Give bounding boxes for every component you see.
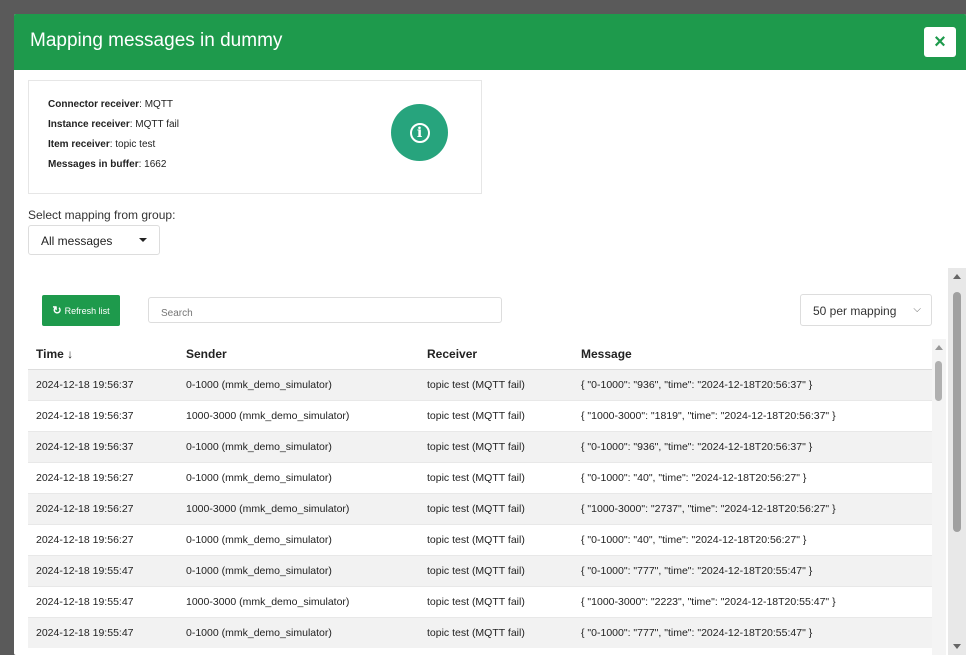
receiver-info-panel: Connector receiver: MQTT Instance receiv…: [28, 80, 482, 194]
cell-message: { "0-1000": "936", "time": "2024-12-18T2…: [573, 430, 932, 462]
cell-time: 2024-12-18 19:55:47: [28, 585, 178, 617]
table-row[interactable]: 2024-12-18 19:56:27 1000-3000 (mmk_demo_…: [28, 492, 932, 524]
cell-time: 2024-12-18 19:55:47: [28, 616, 178, 648]
cell-message: { "0-1000": "40", "time": "2024-12-18T20…: [573, 523, 932, 555]
mapping-group-selected: All messages: [41, 234, 113, 248]
info-glyph: i: [409, 122, 430, 143]
cell-receiver: topic test (MQTT fail): [419, 368, 573, 400]
messages-in-buffer-label: Messages in buffer: [48, 159, 139, 170]
instance-receiver-line: Instance receiver: MQTT fail: [48, 119, 179, 130]
scroll-up-arrow-icon[interactable]: [935, 345, 943, 350]
messages-in-buffer-line: Messages in buffer: 1662: [48, 159, 166, 170]
table-row[interactable]: 2024-12-18 19:56:37 0-1000 (mmk_demo_sim…: [28, 368, 932, 400]
cell-time: 2024-12-18 19:56:27: [28, 523, 178, 555]
mapping-messages-modal: Mapping messages in dummy × Connector re…: [14, 14, 966, 655]
item-receiver-value: : topic test: [109, 139, 156, 150]
cell-receiver: topic test (MQTT fail): [419, 554, 573, 586]
instance-receiver-label: Instance receiver: [48, 119, 130, 130]
table-row[interactable]: 2024-12-18 19:55:47 0-1000 (mmk_demo_sim…: [28, 616, 932, 648]
cell-receiver: topic test (MQTT fail): [419, 430, 573, 462]
cell-time: 2024-12-18 19:56:27: [28, 492, 178, 524]
connector-receiver-value: : MQTT: [139, 99, 174, 110]
cell-time: 2024-12-18 19:56:37: [28, 399, 178, 431]
table-scrollbar[interactable]: [932, 339, 946, 655]
column-header-time[interactable]: Time ↓: [28, 339, 178, 370]
messages-table: Time ↓ Sender Receiver Message 2024-12-1…: [28, 339, 932, 648]
modal-scrollbar[interactable]: [948, 268, 966, 655]
cell-receiver: topic test (MQTT fail): [419, 523, 573, 555]
cell-receiver: topic test (MQTT fail): [419, 492, 573, 524]
cell-time: 2024-12-18 19:56:37: [28, 368, 178, 400]
modal-title: Mapping messages in dummy: [30, 30, 283, 51]
cell-message: { "0-1000": "40", "time": "2024-12-18T20…: [573, 461, 932, 493]
scroll-down-arrow-icon[interactable]: [953, 644, 961, 649]
cell-sender: 0-1000 (mmk_demo_simulator): [178, 554, 419, 586]
table-row[interactable]: 2024-12-18 19:55:47 1000-3000 (mmk_demo_…: [28, 585, 932, 617]
refresh-list-button[interactable]: ↻ Refresh list: [42, 295, 120, 326]
refresh-list-label: Refresh list: [64, 305, 110, 316]
cell-message: { "0-1000": "936", "time": "2024-12-18T2…: [573, 368, 932, 400]
messages-table-container: Time ↓ Sender Receiver Message 2024-12-1…: [28, 339, 946, 655]
table-row[interactable]: 2024-12-18 19:56:37 0-1000 (mmk_demo_sim…: [28, 430, 932, 462]
caret-down-icon: [139, 238, 147, 242]
instance-receiver-value: : MQTT fail: [129, 119, 179, 130]
cell-message: { "0-1000": "777", "time": "2024-12-18T2…: [573, 616, 932, 648]
per-mapping-select[interactable]: 50 per mapping ⌵: [800, 294, 932, 326]
cell-message: { "1000-3000": "1819", "time": "2024-12-…: [573, 399, 932, 431]
search-input[interactable]: [148, 297, 502, 323]
chevron-down-icon: ⌵: [913, 304, 921, 315]
info-icon[interactable]: i: [391, 104, 448, 161]
cell-receiver: topic test (MQTT fail): [419, 616, 573, 648]
cell-time: 2024-12-18 19:55:47: [28, 554, 178, 586]
cell-receiver: topic test (MQTT fail): [419, 399, 573, 431]
modal-scrollbar-thumb[interactable]: [953, 292, 961, 532]
messages-in-buffer-value: : 1662: [138, 159, 167, 170]
cell-sender: 1000-3000 (mmk_demo_simulator): [178, 492, 419, 524]
cell-sender: 0-1000 (mmk_demo_simulator): [178, 368, 419, 400]
close-icon: ×: [934, 30, 946, 53]
table-row[interactable]: 2024-12-18 19:55:47 0-1000 (mmk_demo_sim…: [28, 554, 932, 586]
column-header-sender[interactable]: Sender: [178, 339, 419, 370]
table-row[interactable]: 2024-12-18 19:56:37 1000-3000 (mmk_demo_…: [28, 399, 932, 431]
column-header-message[interactable]: Message: [573, 339, 932, 370]
cell-receiver: topic test (MQTT fail): [419, 461, 573, 493]
cell-sender: 0-1000 (mmk_demo_simulator): [178, 430, 419, 462]
cell-sender: 1000-3000 (mmk_demo_simulator): [178, 585, 419, 617]
connector-receiver-line: Connector receiver: MQTT: [48, 99, 173, 110]
scroll-up-arrow-icon[interactable]: [953, 274, 961, 279]
cell-sender: 0-1000 (mmk_demo_simulator): [178, 523, 419, 555]
cell-message: { "1000-3000": "2737", "time": "2024-12-…: [573, 492, 932, 524]
mapping-group-label: Select mapping from group:: [28, 208, 176, 222]
cell-time: 2024-12-18 19:56:37: [28, 430, 178, 462]
connector-receiver-label: Connector receiver: [48, 99, 140, 110]
table-scrollbar-thumb[interactable]: [935, 361, 942, 401]
cell-time: 2024-12-18 19:56:27: [28, 461, 178, 493]
table-row[interactable]: 2024-12-18 19:56:27 0-1000 (mmk_demo_sim…: [28, 523, 932, 555]
cell-sender: 0-1000 (mmk_demo_simulator): [178, 616, 419, 648]
cell-sender: 1000-3000 (mmk_demo_simulator): [178, 399, 419, 431]
table-row[interactable]: 2024-12-18 19:56:27 0-1000 (mmk_demo_sim…: [28, 461, 932, 493]
cell-receiver: topic test (MQTT fail): [419, 585, 573, 617]
mapping-group-select[interactable]: All messages: [28, 225, 160, 255]
item-receiver-line: Item receiver: topic test: [48, 139, 155, 150]
cell-message: { "0-1000": "777", "time": "2024-12-18T2…: [573, 554, 932, 586]
column-header-receiver[interactable]: Receiver: [419, 339, 573, 370]
table-header-row: Time ↓ Sender Receiver Message: [28, 339, 932, 370]
close-button[interactable]: ×: [924, 27, 956, 57]
per-mapping-selected: 50 per mapping: [813, 304, 897, 318]
modal-header: Mapping messages in dummy ×: [14, 14, 966, 70]
cell-sender: 0-1000 (mmk_demo_simulator): [178, 461, 419, 493]
item-receiver-label: Item receiver: [48, 139, 110, 150]
refresh-icon: ↻: [52, 305, 62, 317]
cell-message: { "1000-3000": "2223", "time": "2024-12-…: [573, 585, 932, 617]
